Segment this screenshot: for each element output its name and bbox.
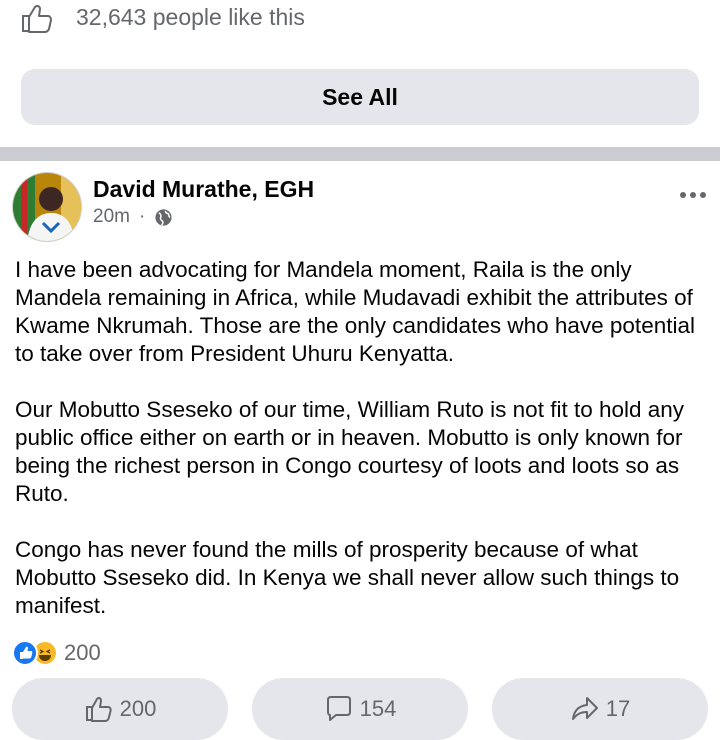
comment-button[interactable]: 154: [252, 678, 468, 740]
see-all-button[interactable]: See All: [21, 69, 699, 125]
meta-separator: ·: [138, 206, 146, 227]
avatar[interactable]: [12, 172, 82, 242]
like-button[interactable]: 200: [12, 678, 228, 740]
share-count: 17: [605, 696, 631, 721]
reaction-summary[interactable]: 200: [12, 640, 101, 666]
see-all-label: See All: [322, 83, 398, 110]
like-reaction-icon: [12, 640, 38, 666]
share-arrow-icon: [571, 697, 598, 720]
more-options-icon[interactable]: [678, 188, 708, 202]
section-divider: [0, 147, 720, 161]
comment-icon: [326, 696, 351, 721]
reaction-count: 200: [64, 640, 101, 665]
thumbs-up-icon: [22, 4, 52, 33]
page-likes-count: 32,643 people like this: [76, 4, 305, 30]
comment-count: 154: [359, 696, 397, 721]
post-paragraph: Our Mobutto Sseseko of our time, William…: [15, 397, 685, 506]
post-paragraph: I have been advocating for Mandela momen…: [15, 257, 695, 366]
thumbs-up-icon: [85, 696, 112, 722]
avatar-image: [13, 173, 81, 241]
post-paragraph: Congo has never found the mills of prosp…: [15, 537, 680, 618]
post-timestamp[interactable]: 20m: [93, 206, 130, 228]
like-count: 200: [119, 696, 157, 721]
page-likes-row: 32,643 people like this: [0, 0, 720, 44]
post-author-name[interactable]: David Murathe, EGH: [93, 176, 314, 203]
globe-icon: [155, 208, 172, 226]
share-button[interactable]: 17: [492, 678, 708, 740]
post-text: I have been advocating for Mandela momen…: [15, 256, 710, 648]
post-meta: 20m ·: [93, 206, 173, 228]
